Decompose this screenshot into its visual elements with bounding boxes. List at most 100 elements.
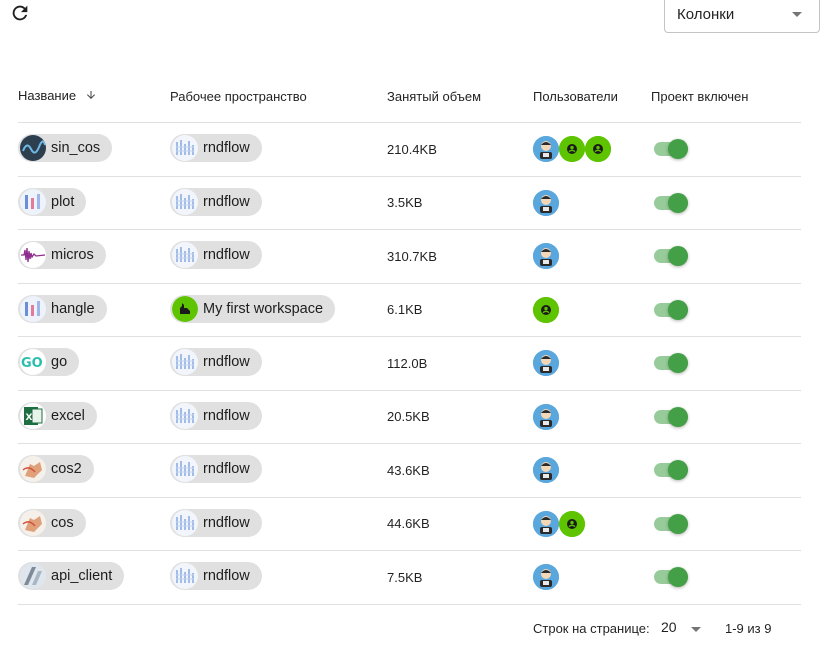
toggle-thumb[interactable]: [668, 567, 688, 588]
toggle-thumb[interactable]: [668, 139, 688, 160]
cell-enabled: [651, 229, 801, 284]
refresh-icon[interactable]: [9, 2, 31, 24]
user-avatars: [533, 564, 651, 591]
workspace-chip[interactable]: rndflow: [170, 401, 262, 430]
toggle-thumb[interactable]: [668, 513, 688, 534]
workspace-icon: [172, 135, 198, 162]
project-enabled-toggle[interactable]: [654, 513, 688, 534]
header-name[interactable]: Название: [18, 70, 170, 123]
table-row[interactable]: hangle My first workspace 6.1KB: [18, 283, 801, 337]
project-chip[interactable]: Xexcel: [18, 401, 97, 430]
workspace-chip[interactable]: rndflow: [170, 187, 262, 216]
pagination-range: 1-9 из 9: [725, 621, 772, 636]
project-enabled-toggle[interactable]: [654, 299, 688, 320]
user-avatars: [533, 510, 651, 537]
user-avatar[interactable]: [533, 243, 559, 270]
table-row[interactable]: api_client rndflow 7.5KB: [18, 550, 801, 605]
header-workspace[interactable]: Рабочее пространство: [170, 70, 387, 123]
user-avatar-generic[interactable]: [559, 510, 585, 537]
cell-enabled: [651, 283, 801, 337]
cell-workspace: My first workspace: [170, 283, 387, 337]
user-avatars: [533, 457, 651, 484]
project-name: api_client: [51, 568, 113, 585]
project-icon: [20, 563, 46, 590]
table-row[interactable]: plot rndflow 3.5KB: [18, 176, 801, 230]
project-enabled-toggle[interactable]: [654, 353, 688, 374]
arrow-down-icon[interactable]: [85, 89, 97, 104]
user-avatar[interactable]: [533, 510, 559, 537]
chevron-down-icon[interactable]: [691, 627, 701, 632]
project-enabled-toggle[interactable]: [654, 246, 688, 267]
cell-name: plot: [18, 176, 170, 230]
workspace-icon: [172, 242, 198, 269]
header-enabled[interactable]: Проект включен: [651, 70, 801, 123]
table-row[interactable]: sin_cos rndflow 210.4KB: [18, 122, 801, 177]
project-name: sin_cos: [51, 140, 101, 157]
cell-size: 43.6KB: [387, 443, 533, 498]
svg-text:GO: GO: [21, 356, 43, 371]
chevron-down-icon: [792, 12, 802, 17]
project-icon: [20, 295, 46, 322]
workspace-chip[interactable]: rndflow: [170, 241, 262, 270]
user-avatar[interactable]: [533, 189, 559, 216]
toggle-thumb[interactable]: [668, 192, 688, 213]
project-chip[interactable]: cos2: [18, 455, 94, 484]
user-avatar[interactable]: [533, 564, 559, 591]
project-name: hangle: [51, 300, 95, 317]
project-name: go: [51, 354, 68, 371]
project-enabled-toggle[interactable]: [654, 567, 688, 588]
toggle-thumb[interactable]: [668, 460, 688, 481]
columns-select[interactable]: Колонки: [664, 0, 820, 33]
workspace-name: rndflow: [203, 514, 250, 531]
rows-per-page-label: Строк на странице:: [533, 621, 650, 636]
table-row[interactable]: micros rndflow 310.7KB: [18, 229, 801, 284]
cell-enabled: [651, 497, 801, 551]
toggle-thumb[interactable]: [668, 406, 688, 427]
project-chip[interactable]: hangle: [18, 294, 107, 323]
table-row[interactable]: cos2 rndflow 43.6KB: [18, 443, 801, 498]
workspace-chip[interactable]: rndflow: [170, 508, 262, 537]
user-avatar[interactable]: [533, 350, 559, 377]
user-avatars: [533, 243, 651, 270]
user-avatar[interactable]: [533, 136, 559, 163]
project-chip[interactable]: GO go: [18, 348, 80, 377]
toggle-thumb[interactable]: [668, 353, 688, 374]
project-chip[interactable]: api_client: [18, 562, 125, 591]
workspace-chip[interactable]: rndflow: [170, 348, 262, 377]
user-avatar[interactable]: [533, 403, 559, 430]
toggle-thumb[interactable]: [668, 246, 688, 267]
table-header-row: Название Рабочее пространство Занятый об…: [18, 70, 801, 123]
project-chip[interactable]: micros: [18, 241, 106, 270]
project-chip[interactable]: sin_cos: [18, 134, 113, 163]
project-icon: [20, 188, 46, 215]
header-size[interactable]: Занятый объем: [387, 70, 533, 123]
table-row[interactable]: Xexcel rndflow 20.5KB: [18, 390, 801, 444]
cell-users: [533, 229, 651, 284]
table-row[interactable]: cos rndflow 44.6KB: [18, 497, 801, 551]
workspace-chip[interactable]: rndflow: [170, 455, 262, 484]
user-avatar-generic[interactable]: [585, 136, 611, 163]
header-name-label: Название: [18, 87, 77, 103]
project-enabled-toggle[interactable]: [654, 406, 688, 427]
user-avatar[interactable]: [533, 457, 559, 484]
user-avatar-generic[interactable]: [533, 296, 559, 323]
workspace-chip[interactable]: rndflow: [170, 134, 262, 163]
project-chip[interactable]: plot: [18, 187, 87, 216]
workspace-chip[interactable]: rndflow: [170, 562, 262, 591]
workspace-chip[interactable]: My first workspace: [170, 294, 336, 323]
project-enabled-toggle[interactable]: [654, 460, 688, 481]
project-enabled-toggle[interactable]: [654, 192, 688, 213]
table-row[interactable]: GO go rndflow 112.0B: [18, 336, 801, 391]
workspace-icon: [172, 349, 198, 376]
project-enabled-toggle[interactable]: [654, 139, 688, 160]
workspace-icon: [172, 402, 198, 429]
cell-workspace: rndflow: [170, 122, 387, 177]
cell-size: 310.7KB: [387, 229, 533, 284]
project-chip[interactable]: cos: [18, 508, 86, 537]
workspace-icon: [172, 188, 198, 215]
rows-per-page-select[interactable]: 20: [661, 619, 677, 635]
header-users[interactable]: Пользователи: [533, 70, 651, 123]
toggle-thumb[interactable]: [668, 299, 688, 320]
workspace-name: rndflow: [203, 354, 250, 371]
user-avatar-generic[interactable]: [559, 136, 585, 163]
